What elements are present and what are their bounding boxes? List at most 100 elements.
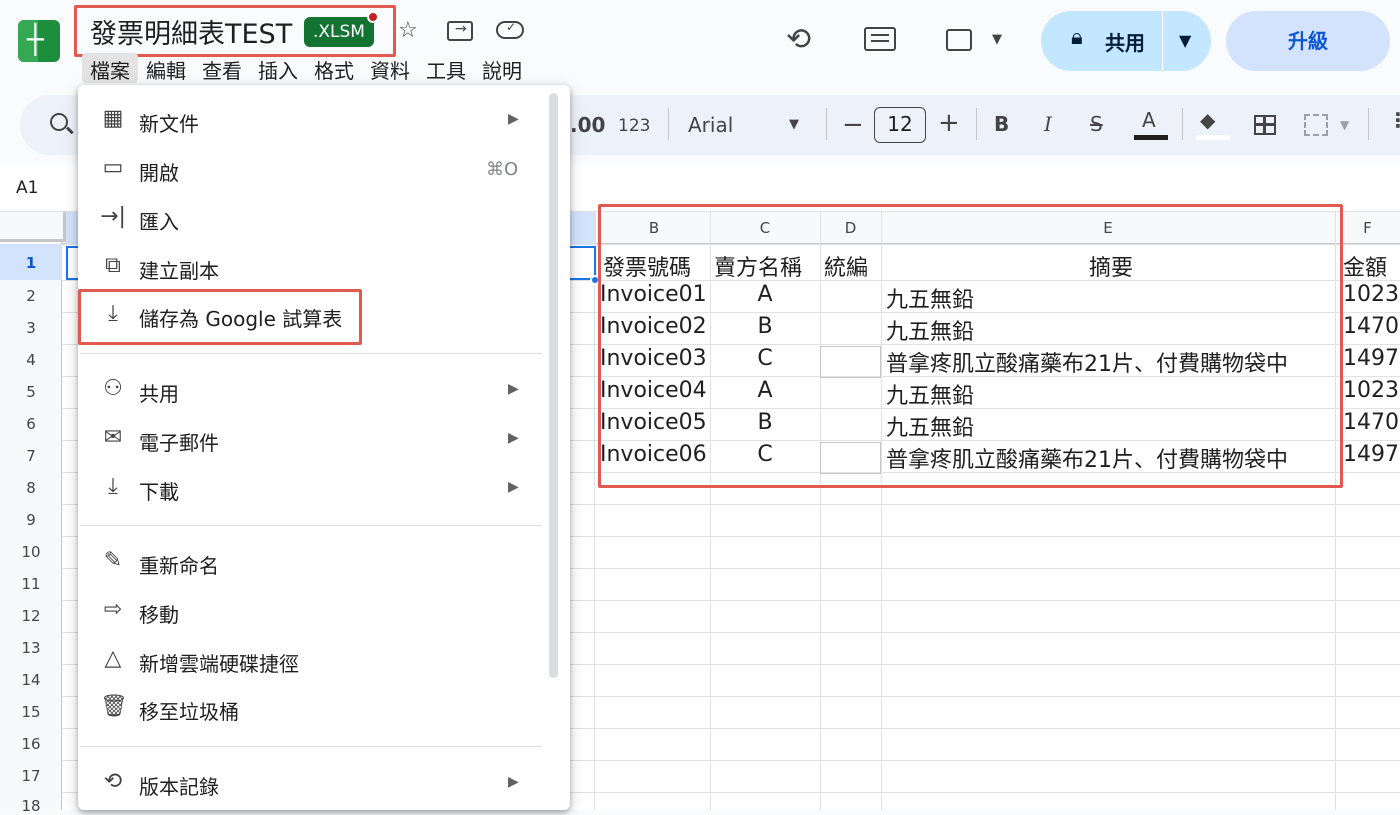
row-number[interactable]: 3 [0, 319, 62, 337]
file-menu-item-label: 移至垃圾桶 [139, 700, 239, 724]
more-options-icon[interactable]: ⋮ [1388, 108, 1400, 132]
row-number[interactable]: 10 [0, 543, 62, 561]
text-color-button[interactable]: A [1142, 108, 1156, 132]
amount-cell[interactable]: 1023 [1343, 378, 1399, 403]
menu-insert[interactable]: 插入 [250, 53, 306, 83]
amount-cell[interactable]: 1470 [1343, 314, 1399, 339]
amount-cell[interactable]: 1470 [1343, 410, 1399, 435]
submenu-arrow-icon: ▶ [508, 430, 519, 446]
move-folder-icon[interactable]: → [447, 21, 473, 41]
file-menu-item-trash[interactable]: 🗑︎ 移至垃圾桶 [80, 686, 550, 730]
sheets-logo[interactable]: ┼ [18, 20, 60, 62]
download-icon: ⤓ [108, 474, 118, 499]
menu-data[interactable]: 資料 [362, 53, 418, 83]
upgrade-button[interactable]: 升級 [1226, 11, 1390, 71]
font-size-input[interactable]: 12 [874, 107, 926, 143]
font-family-select[interactable]: Arial [688, 113, 733, 137]
select-all-corner[interactable] [0, 212, 66, 242]
decrease-font-size-icon[interactable]: − [842, 110, 864, 140]
menu-edit[interactable]: 編輯 [138, 53, 194, 83]
borders-icon[interactable] [1254, 115, 1276, 135]
row-number[interactable]: 13 [0, 639, 62, 657]
italic-button[interactable]: I [1044, 112, 1052, 136]
row-number[interactable]: 18 [0, 797, 62, 815]
cloud-status-icon[interactable]: ✓ [496, 20, 524, 39]
amount-cell[interactable]: 1023 [1343, 282, 1399, 307]
version-history-icon[interactable]: ⟲ [786, 22, 811, 57]
drive-shortcut-icon: △ [104, 646, 122, 671]
row-number[interactable]: 2 [0, 287, 62, 305]
row-number[interactable]: 7 [0, 447, 62, 465]
file-menu-item-label: 移動 [139, 603, 179, 627]
row-number[interactable]: 4 [0, 351, 62, 369]
text-color-swatch [1134, 135, 1168, 140]
meet-icon[interactable] [946, 29, 972, 51]
toolbar-separator [976, 108, 977, 140]
amount-cell[interactable]: 1497 [1343, 442, 1399, 467]
column-header-f[interactable]: F [1335, 219, 1400, 237]
bold-button[interactable]: B [994, 112, 1009, 136]
menu-tools[interactable]: 工具 [418, 53, 474, 83]
row-number[interactable]: 5 [0, 383, 62, 401]
amount-cell[interactable]: 1497 [1343, 346, 1399, 371]
file-menu-item-pencil[interactable]: ✎ 重新命名 [80, 540, 550, 584]
share-button[interactable]: 🔒︎ 共用 ▼ [1041, 11, 1211, 71]
number-format-button[interactable]: 123 [618, 116, 650, 136]
file-menu-item-person-add[interactable]: ⚇ 共用 ▶ [80, 368, 550, 412]
meet-dropdown-icon[interactable]: ▼ [992, 32, 1002, 47]
comments-icon[interactable] [864, 27, 896, 51]
toolbar-separator [1368, 108, 1369, 140]
share-dropdown-icon[interactable]: ▼ [1179, 31, 1191, 50]
menu-file[interactable]: 檔案 [82, 53, 138, 83]
row-number[interactable]: 11 [0, 575, 62, 593]
row-number[interactable]: 1 [0, 254, 62, 272]
file-menu-item-download[interactable]: ⤓ 下載 ▶ [80, 466, 550, 510]
file-menu-item-copy[interactable]: ⧉ 建立副本 [80, 245, 550, 289]
row-number[interactable]: 9 [0, 511, 62, 529]
file-menu-item-drive-shortcut[interactable]: △ 新增雲端硬碟捷徑 [80, 638, 550, 682]
strikethrough-button[interactable]: S [1090, 112, 1103, 136]
file-menu-item-history[interactable]: ⟲ 版本記錄 ▶ [80, 761, 550, 805]
file-menu-item-mail[interactable]: ✉ 電子郵件 ▶ [80, 417, 550, 461]
file-menu-item-move[interactable]: ⇨ 移動 [80, 589, 550, 633]
row-number[interactable]: 12 [0, 607, 62, 625]
star-icon[interactable]: ☆ [398, 18, 418, 43]
row-number[interactable]: 14 [0, 671, 62, 689]
row-number[interactable]: 6 [0, 415, 62, 433]
increase-decimal-icon[interactable]: .00 [570, 113, 605, 137]
share-divider [1162, 11, 1163, 71]
file-menu-item-label: 匯入 [139, 210, 179, 234]
share-label: 共用 [1105, 31, 1145, 55]
merge-dropdown-icon[interactable]: ▼ [1340, 118, 1349, 132]
file-menu-item-new-doc[interactable]: ▦ 新文件 ▶ [80, 98, 550, 142]
name-box[interactable]: A1 [16, 178, 38, 198]
menu-scrollbar[interactable] [549, 93, 558, 678]
merge-cells-icon[interactable] [1304, 114, 1328, 136]
new-doc-icon: ▦ [102, 106, 124, 131]
menu-format[interactable]: 格式 [306, 53, 362, 83]
header-amount[interactable]: 金額 [1343, 250, 1387, 282]
mail-icon: ✉ [103, 425, 123, 450]
file-menu-item-folder[interactable]: ▭ 開啟 ⌘O [80, 147, 550, 191]
move-icon: ⇨ [103, 597, 123, 622]
person-add-icon: ⚇ [103, 376, 123, 401]
file-menu-item-label: 共用 [139, 382, 179, 406]
increase-font-size-icon[interactable]: + [938, 108, 960, 138]
save-as-highlight-box [78, 289, 362, 345]
search-menus-icon[interactable] [50, 113, 74, 134]
file-menu-item-import[interactable]: →| 匯入 [80, 196, 550, 240]
document-title[interactable]: 發票明細表TEST [90, 12, 292, 51]
submenu-arrow-icon: ▶ [508, 479, 519, 495]
row-number[interactable]: 17 [0, 767, 62, 785]
fill-color-icon[interactable]: ◆ [1200, 108, 1215, 132]
file-menu-item-label: 新文件 [139, 112, 199, 136]
file-menu-item-label: 版本記錄 [139, 775, 219, 799]
font-dropdown-icon[interactable]: ▼ [789, 117, 799, 132]
row-number[interactable]: 16 [0, 735, 62, 753]
row-number[interactable]: 8 [0, 479, 62, 497]
row-number[interactable]: 15 [0, 703, 62, 721]
submenu-arrow-icon: ▶ [508, 111, 519, 127]
folder-icon: ▭ [102, 155, 124, 180]
menu-view[interactable]: 查看 [194, 53, 250, 83]
menu-help[interactable]: 說明 [474, 53, 530, 83]
